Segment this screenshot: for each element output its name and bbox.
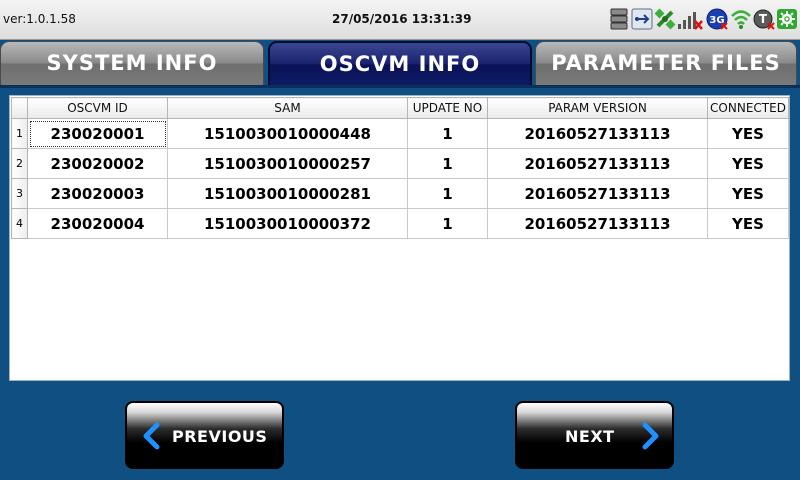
tab-parameter-files[interactable]: PARAMETER FILES <box>535 41 797 85</box>
table-row[interactable]: 4 230020004 1510030010000372 1 201605271… <box>11 208 789 239</box>
cell-param-version[interactable]: 20160527133113 <box>487 178 708 209</box>
column-header-update-no[interactable]: UPDATE NO <box>407 97 488 119</box>
corner-header <box>11 97 28 119</box>
tab-parameter-files-label: PARAMETER FILES <box>551 51 781 75</box>
row-number: 2 <box>11 148 28 179</box>
column-header-sam[interactable]: SAM <box>167 97 408 119</box>
cell-sam[interactable]: 1510030010000257 <box>167 148 408 179</box>
previous-button-label: PREVIOUS <box>172 427 268 446</box>
cell-param-version[interactable]: 20160527133113 <box>487 148 708 179</box>
row-number: 1 <box>11 118 28 149</box>
cell-sam[interactable]: 1510030010000281 <box>167 178 408 209</box>
table-row[interactable]: 1 230020001 1510030010000448 1 201605271… <box>11 118 789 149</box>
cell-connected[interactable]: YES <box>707 208 789 239</box>
table-row[interactable]: 3 230020003 1510030010000281 1 201605271… <box>11 178 789 209</box>
next-button[interactable]: NEXT <box>515 401 674 469</box>
cell-oscvm-id[interactable]: 230020001 <box>27 118 168 149</box>
terminal-icon: T <box>753 8 775 34</box>
cell-connected[interactable]: YES <box>707 118 789 149</box>
cell-sam[interactable]: 1510030010000448 <box>167 118 408 149</box>
cell-param-version[interactable]: 20160527133113 <box>487 118 708 149</box>
cell-update-no[interactable]: 1 <box>407 118 488 149</box>
version-label: ver:1.0.1.58 <box>3 12 76 26</box>
tab-system-info[interactable]: SYSTEM INFO <box>0 41 264 85</box>
tab-oscvm-info[interactable]: OSCVM INFO <box>268 41 532 85</box>
gps-icon <box>654 8 676 34</box>
previous-button[interactable]: PREVIOUS <box>125 401 284 469</box>
table-header-row: OSCVM ID SAM UPDATE NO PARAM VERSION CON… <box>11 97 789 119</box>
row-number: 4 <box>11 208 28 239</box>
oscvm-table: OSCVM ID SAM UPDATE NO PARAM VERSION CON… <box>11 97 789 239</box>
row-number: 3 <box>11 178 28 209</box>
table-row[interactable]: 2 230020002 1510030010000257 1 201605271… <box>11 148 789 179</box>
status-bar: ver:1.0.1.58 27/05/2016 13:31:39 3G T <box>0 0 800 40</box>
settings-cog-icon <box>776 8 798 34</box>
usb-icon <box>631 8 653 34</box>
cell-update-no[interactable]: 1 <box>407 178 488 209</box>
tab-system-info-label: SYSTEM INFO <box>46 51 218 75</box>
storage-icon <box>610 8 628 34</box>
cell-oscvm-id[interactable]: 230020003 <box>27 178 168 209</box>
datetime-label: 27/05/2016 13:31:39 <box>332 12 472 26</box>
column-header-param-version[interactable]: PARAM VERSION <box>487 97 708 119</box>
terminal-label: T <box>759 12 768 26</box>
cell-oscvm-id[interactable]: 230020004 <box>27 208 168 239</box>
tab-divider <box>0 85 800 88</box>
column-header-oscvm-id[interactable]: OSCVM ID <box>27 97 168 119</box>
cell-oscvm-id[interactable]: 230020002 <box>27 148 168 179</box>
chevron-left-icon <box>143 422 160 450</box>
tab-oscvm-info-label: OSCVM INFO <box>319 52 481 76</box>
column-header-connected[interactable]: CONNECTED <box>707 97 789 119</box>
signal-icon <box>677 8 703 34</box>
cell-connected[interactable]: YES <box>707 148 789 179</box>
chevron-right-icon <box>642 422 659 450</box>
next-button-label: NEXT <box>565 427 615 446</box>
cell-connected[interactable]: YES <box>707 178 789 209</box>
cell-param-version[interactable]: 20160527133113 <box>487 208 708 239</box>
cell-sam[interactable]: 1510030010000372 <box>167 208 408 239</box>
cell-update-no[interactable]: 1 <box>407 208 488 239</box>
oscvm-table-panel: OSCVM ID SAM UPDATE NO PARAM VERSION CON… <box>9 95 790 381</box>
wifi-icon <box>730 8 752 34</box>
network-3g-icon: 3G <box>706 8 728 34</box>
cell-update-no[interactable]: 1 <box>407 148 488 179</box>
